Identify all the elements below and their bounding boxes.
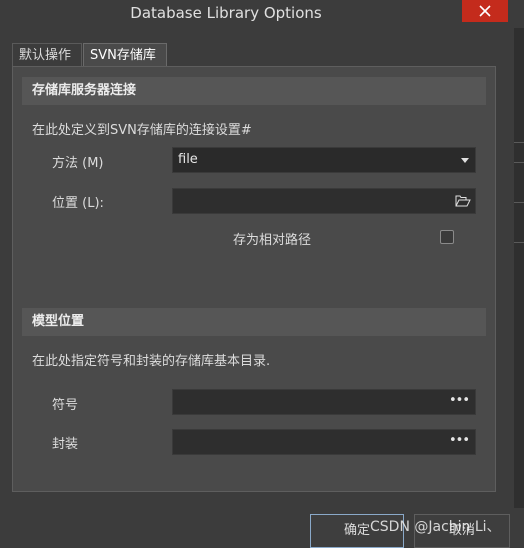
model-location-description: 在此处指定符号和封装的存储库基本目录. (32, 354, 271, 369)
model-location-header: 模型位置 (22, 308, 486, 336)
more-icon[interactable]: ••• (449, 394, 470, 407)
relative-path-label: 存为相对路径 (233, 233, 312, 248)
symbol-label: 符号 (52, 398, 79, 413)
window-title: Database Library Options (130, 4, 322, 22)
chevron-down-icon (461, 158, 469, 163)
background-window-edge (514, 28, 524, 508)
repository-connection-description: 在此处定义到SVN存储库的连接设置# (32, 123, 252, 138)
repository-connection-header: 存储库服务器连接 (22, 77, 486, 105)
footprint-label: 封装 (52, 437, 79, 452)
method-select[interactable]: file (172, 147, 476, 173)
footprint-input[interactable]: ••• (172, 429, 476, 455)
tab-svn-repository[interactable]: SVN存储库 (83, 43, 167, 66)
location-input[interactable] (172, 188, 476, 214)
close-button[interactable] (462, 0, 508, 22)
relative-path-checkbox[interactable] (440, 230, 454, 244)
title-bar: Database Library Options (0, 0, 524, 28)
more-icon[interactable]: ••• (449, 434, 470, 447)
close-icon (479, 5, 491, 17)
method-selected-value: file (178, 152, 198, 167)
symbol-input[interactable]: ••• (172, 389, 476, 415)
ok-button[interactable]: 确定 (310, 514, 404, 548)
cancel-button[interactable]: 取消 (414, 514, 510, 548)
method-label: 方法 (M) (52, 156, 104, 171)
location-label: 位置 (L): (52, 196, 104, 211)
tab-default-operations[interactable]: 默认操作 (12, 43, 82, 66)
folder-open-icon[interactable] (455, 194, 471, 208)
